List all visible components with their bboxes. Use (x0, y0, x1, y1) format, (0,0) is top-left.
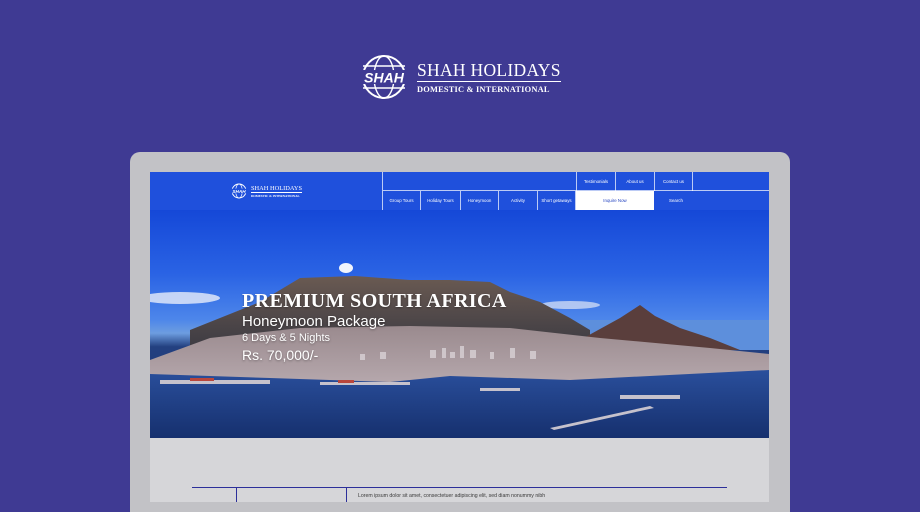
inquire-now-button[interactable]: Inquire Now (576, 191, 654, 210)
brand-logo: SHAH SHAH HOLIDAYS DOMESTIC & INTERNATIO… (357, 54, 567, 100)
site-nav: Testimonials About us Contact us Group T… (382, 172, 769, 210)
nav-group-tours[interactable]: Group Tours (383, 191, 421, 210)
site-logo-name: SHAH HOLIDAYS (251, 184, 303, 193)
site-header: SHAH SHAH HOLIDAYS DOMESTIC & INTERNATIO… (150, 172, 769, 210)
site-logo[interactable]: SHAH SHAH HOLIDAYS DOMESTIC & INTERNATIO… (230, 182, 306, 200)
brand-subtitle: DOMESTIC & INTERNATIONAL (417, 84, 550, 94)
laptop-screen: SHAH SHAH HOLIDAYS DOMESTIC & INTERNATIO… (150, 172, 769, 502)
site-globe-logo-icon: SHAH (230, 183, 248, 199)
nav-about-us[interactable]: About us (615, 172, 654, 191)
site-logo-mark-text: SHAH (232, 189, 246, 194)
site-logo-subtitle: DOMESTIC & INTERNATIONAL (251, 193, 300, 198)
nav-top-row: Testimonials About us Contact us (383, 172, 769, 191)
nav-holiday-tours[interactable]: Holiday Tours (421, 191, 461, 210)
nav-testimonials[interactable]: Testimonials (576, 172, 615, 191)
brand-name: SHAH HOLIDAYS (417, 59, 561, 82)
brand-mark-text: SHAH (364, 70, 405, 86)
nav-bottom-row: Group Tours Holiday Tours Honeymoon Acti… (383, 191, 769, 210)
content-paragraph: Lorem ipsum dolor sit amet, consectetuer… (358, 493, 546, 499)
globe-logo-icon: SHAH (357, 55, 411, 99)
hero-title: PREMIUM SOUTH AFRICA (242, 290, 507, 312)
hero-price: Rs. 70,000/- (242, 347, 319, 363)
hero-duration: 6 Days & 5 Nights (242, 332, 331, 344)
hero-subtitle: Honeymoon Package (242, 313, 386, 330)
nav-honeymoon[interactable]: Honeymoon (461, 191, 499, 210)
nav-search[interactable]: Search (654, 191, 698, 210)
content-divider (192, 487, 727, 488)
nav-contact-us[interactable]: Contact us (654, 172, 693, 191)
hero-banner: PREMIUM SOUTH AFRICA Honeymoon Package 6… (150, 210, 769, 438)
nav-activity[interactable]: Activity (499, 191, 538, 210)
nav-short-getaways[interactable]: Short getaways (538, 191, 576, 210)
